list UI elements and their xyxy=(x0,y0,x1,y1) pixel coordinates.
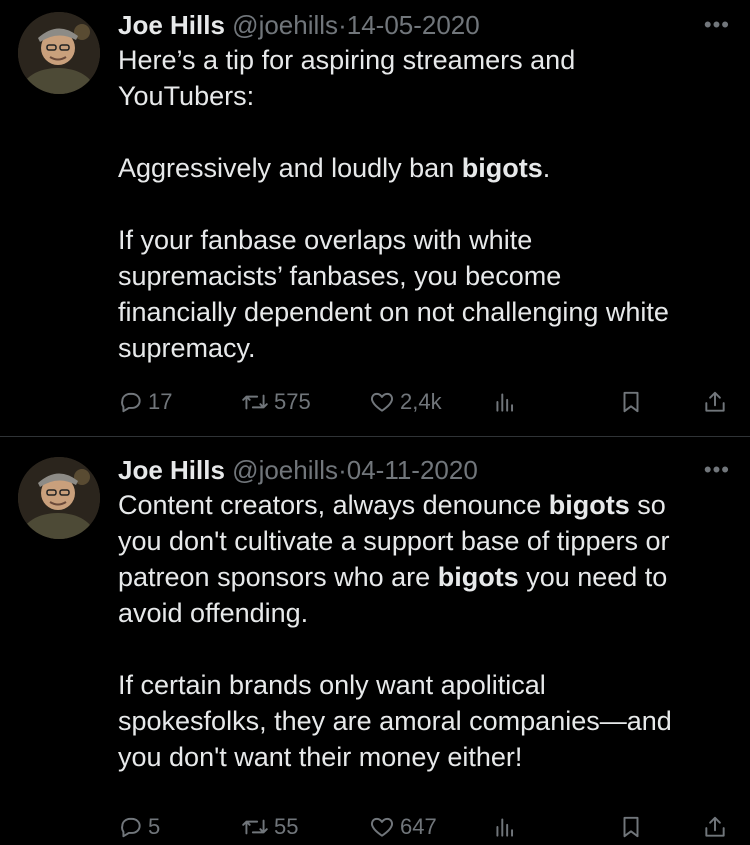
text-segment: If certain brands only want apolitical xyxy=(118,670,546,700)
tweet-line: Here’s a tip for aspiring streamers and xyxy=(118,42,728,78)
tweet-line: supremacy. xyxy=(118,330,728,366)
reply-button[interactable]: 17 xyxy=(118,384,172,420)
text-segment: supremacists’ fanbases, you become xyxy=(118,261,562,291)
retweet-icon xyxy=(242,394,268,410)
tweet-text: Here’s a tip for aspiring streamers and Y… xyxy=(118,42,728,366)
share-icon xyxy=(705,816,725,837)
text-segment: you don't cultivate a support base of ti… xyxy=(118,526,670,556)
tweet-line: you don't cultivate a support base of ti… xyxy=(118,523,728,559)
like-count: 2,4k xyxy=(400,389,442,414)
retweet-count: 55 xyxy=(274,814,299,839)
text-segment: If your fanbase overlaps with white xyxy=(118,225,533,255)
highlighted-term: bigots xyxy=(437,562,519,592)
tweet-header: Joe Hills @joehills·14-05-2020 xyxy=(118,10,728,40)
retweet-button[interactable]: 55 xyxy=(240,809,298,845)
text-segment: you don't want their money either! xyxy=(118,742,523,772)
views-icon xyxy=(496,393,514,412)
tweet-paragraph: If certain brands only want apolitical sp… xyxy=(118,667,728,775)
text-segment: supremacy. xyxy=(118,333,256,363)
text-segment: Here’s a tip for aspiring streamers and xyxy=(118,45,576,75)
text-segment: YouTubers: xyxy=(118,81,255,111)
retweet-count: 575 xyxy=(274,389,311,414)
separator-dot: · xyxy=(338,10,347,40)
tweet-line: YouTubers: xyxy=(118,78,728,114)
tweet-date[interactable]: 04-11-2020 xyxy=(347,455,478,485)
tweet-content: Joe Hills @joehills·14-05-2020 Here’s a … xyxy=(118,10,728,366)
bookmark-icon xyxy=(623,816,639,838)
tweet-line: Content creators, always denounce bigots… xyxy=(118,487,728,523)
author-handle[interactable]: @joehills xyxy=(232,10,338,40)
like-icon xyxy=(371,392,393,412)
tweet-paragraph: Aggressively and loudly ban bigots. xyxy=(118,150,728,186)
retweet-icon xyxy=(242,819,268,835)
text-segment: you need to xyxy=(518,562,668,592)
tweet[interactable]: ••• Joe Hills @joehills·04-11-2020 Conte… xyxy=(0,436,750,842)
tweet-line: If certain brands only want apolitical xyxy=(118,667,728,703)
tweet-paragraph: If your fanbase overlaps with white supre… xyxy=(118,222,728,366)
like-button[interactable]: 647 xyxy=(368,809,437,845)
tweet-line: supremacists’ fanbases, you become xyxy=(118,258,728,294)
share-icon xyxy=(705,391,725,412)
action-bar: 5 55 647 xyxy=(118,809,730,845)
like-icon xyxy=(371,817,393,837)
tweet-line: Aggressively and loudly ban bigots. xyxy=(118,150,728,186)
text-segment: so xyxy=(629,490,666,520)
tweet-text: Content creators, always denounce bigots… xyxy=(118,487,728,775)
author-name[interactable]: Joe Hills xyxy=(118,455,225,485)
text-segment: . xyxy=(542,153,551,183)
like-count: 647 xyxy=(400,814,437,839)
tweet-date[interactable]: 14-05-2020 xyxy=(347,10,480,40)
retweet-button[interactable]: 575 xyxy=(240,384,311,420)
reply-icon xyxy=(121,817,141,838)
tweet[interactable]: ••• Joe Hills @joehills·14-05-2020 Here’… xyxy=(0,0,750,436)
reply-count: 5 xyxy=(148,814,161,839)
tweet-content: Joe Hills @joehills·04-11-2020 Content c… xyxy=(118,455,728,775)
bookmark-icon xyxy=(623,391,639,413)
tweet-line: you don't want their money either! xyxy=(118,739,728,775)
reply-count: 17 xyxy=(148,389,173,414)
text-segment: Aggressively and loudly ban xyxy=(118,153,462,183)
separator-dot: · xyxy=(338,455,347,485)
share-button[interactable] xyxy=(702,809,728,845)
like-button[interactable]: 2,4k xyxy=(368,384,442,420)
share-button[interactable] xyxy=(702,384,728,420)
highlighted-term: bigots xyxy=(461,153,543,183)
tweet-line: avoid offending. xyxy=(118,595,728,631)
bookmark-button[interactable] xyxy=(618,384,644,420)
timeline: ••• Joe Hills @joehills·14-05-2020 Here’… xyxy=(0,0,750,842)
tweet-line: financially dependent on not challenging… xyxy=(118,294,728,330)
text-segment: patreon sponsors who are xyxy=(118,562,438,592)
reply-icon xyxy=(121,392,141,413)
views-button[interactable] xyxy=(492,384,518,420)
tweet-line: patreon sponsors who are bigots you need… xyxy=(118,559,728,595)
tweet-line: If your fanbase overlaps with white xyxy=(118,222,728,258)
tweet-paragraph: Here’s a tip for aspiring streamers and Y… xyxy=(118,42,728,114)
text-segment: financially dependent on not challenging… xyxy=(118,297,669,327)
avatar[interactable] xyxy=(18,12,100,94)
text-segment: avoid offending. xyxy=(118,598,309,628)
action-bar: 17 575 2,4k xyxy=(118,384,730,420)
text-segment: spokesfolks, they are amoral companies—a… xyxy=(118,706,672,736)
text-segment: Content creators, always denounce xyxy=(118,490,549,520)
views-button[interactable] xyxy=(492,809,518,845)
bookmark-button[interactable] xyxy=(618,809,644,845)
views-icon xyxy=(496,818,514,837)
author-handle[interactable]: @joehills xyxy=(232,455,338,485)
highlighted-term: bigots xyxy=(548,490,630,520)
tweet-header: Joe Hills @joehills·04-11-2020 xyxy=(118,455,728,485)
avatar[interactable] xyxy=(18,457,100,539)
tweet-line: spokesfolks, they are amoral companies—a… xyxy=(118,703,728,739)
author-name[interactable]: Joe Hills xyxy=(118,10,225,40)
tweet-paragraph: Content creators, always denounce bigots… xyxy=(118,487,728,631)
reply-button[interactable]: 5 xyxy=(118,809,160,845)
